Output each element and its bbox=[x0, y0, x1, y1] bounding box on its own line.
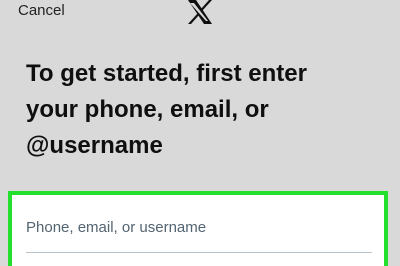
phone-email-username-input[interactable] bbox=[26, 211, 372, 253]
x-logo-icon bbox=[186, 0, 214, 24]
page-title: To get started, first enter your phone, … bbox=[26, 60, 307, 159]
login-field-highlight bbox=[8, 191, 388, 266]
cancel-button[interactable]: Cancel bbox=[18, 2, 65, 19]
